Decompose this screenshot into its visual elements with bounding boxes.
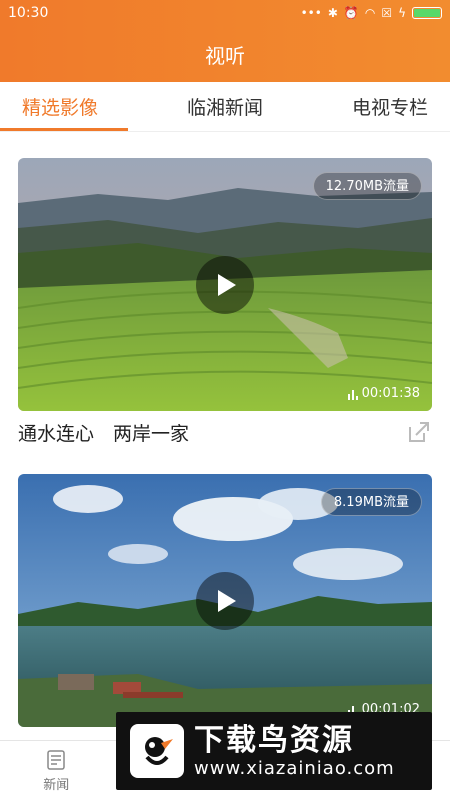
video-title-row: 通水连心 两岸一家: [18, 411, 432, 453]
bird-logo-icon: [130, 724, 184, 778]
bird-logo-graphic: [145, 737, 173, 765]
play-icon: [218, 589, 236, 612]
data-size-badge: 12.70MB流量: [312, 172, 422, 200]
charging-icon: ϟ: [398, 6, 406, 20]
status-icons: ••• ✱ ⏰ ◠ ☒ ϟ: [301, 6, 442, 20]
video-card[interactable]: 8.19MB流量 00:01:02: [18, 474, 432, 727]
wifi-icon: ◠: [364, 6, 376, 20]
page-title: 视听: [205, 43, 245, 68]
tab-tv-columns[interactable]: 电视专栏: [352, 82, 428, 131]
watermark-title: 下载鸟资源: [194, 722, 354, 758]
bottom-nav-news[interactable]: 新闻: [16, 748, 96, 793]
title-bar: 视听: [0, 26, 450, 82]
tab-selected-images[interactable]: 精选影像: [0, 82, 129, 131]
signal-dots-icon: •••: [300, 6, 322, 20]
status-time: 10:30: [8, 5, 49, 21]
tab-linxiang-news[interactable]: 临湘新闻: [187, 82, 263, 131]
watermark-overlay: 下载鸟资源 www.xiazainiao.com: [116, 712, 432, 790]
video-list: 12.70MB流量 00:01:38 通水连心 两岸一家 8.19MB流量 00…: [0, 132, 450, 740]
watermark-url: www.xiazainiao.com: [194, 757, 395, 779]
play-button[interactable]: [196, 255, 254, 314]
duration-text: 00:01:38: [361, 386, 420, 401]
bluetooth-icon: ✱: [327, 6, 338, 20]
video-title[interactable]: 通水连心 两岸一家: [18, 419, 189, 446]
video-thumbnail[interactable]: 8.19MB流量 00:01:02: [18, 474, 432, 727]
sim-off-icon: ☒: [381, 6, 393, 20]
play-icon: [218, 273, 236, 296]
audio-bars-icon: [347, 388, 358, 400]
watermark-text: 下载鸟资源 www.xiazainiao.com: [194, 722, 395, 779]
tab-bar: 精选影像 临湘新闻 电视专栏: [0, 82, 450, 132]
data-size-badge: 8.19MB流量: [320, 488, 422, 516]
news-icon: [47, 750, 65, 770]
video-duration: 00:01:38: [347, 386, 420, 401]
tab-label: 电视专栏: [351, 97, 428, 119]
share-icon[interactable]: [406, 419, 432, 445]
play-button[interactable]: [196, 571, 254, 630]
tab-label: 精选影像: [22, 97, 99, 119]
alarm-icon: ⏰: [343, 6, 359, 20]
video-card[interactable]: 12.70MB流量 00:01:38 通水连心 两岸一家: [18, 158, 432, 453]
video-thumbnail[interactable]: 12.70MB流量 00:01:38: [18, 158, 432, 411]
battery-icon: [412, 7, 442, 19]
bottom-nav-label: 新闻: [43, 778, 70, 793]
status-bar: 10:30 ••• ✱ ⏰ ◠ ☒ ϟ: [0, 0, 450, 26]
tab-label: 临湘新闻: [186, 97, 263, 119]
